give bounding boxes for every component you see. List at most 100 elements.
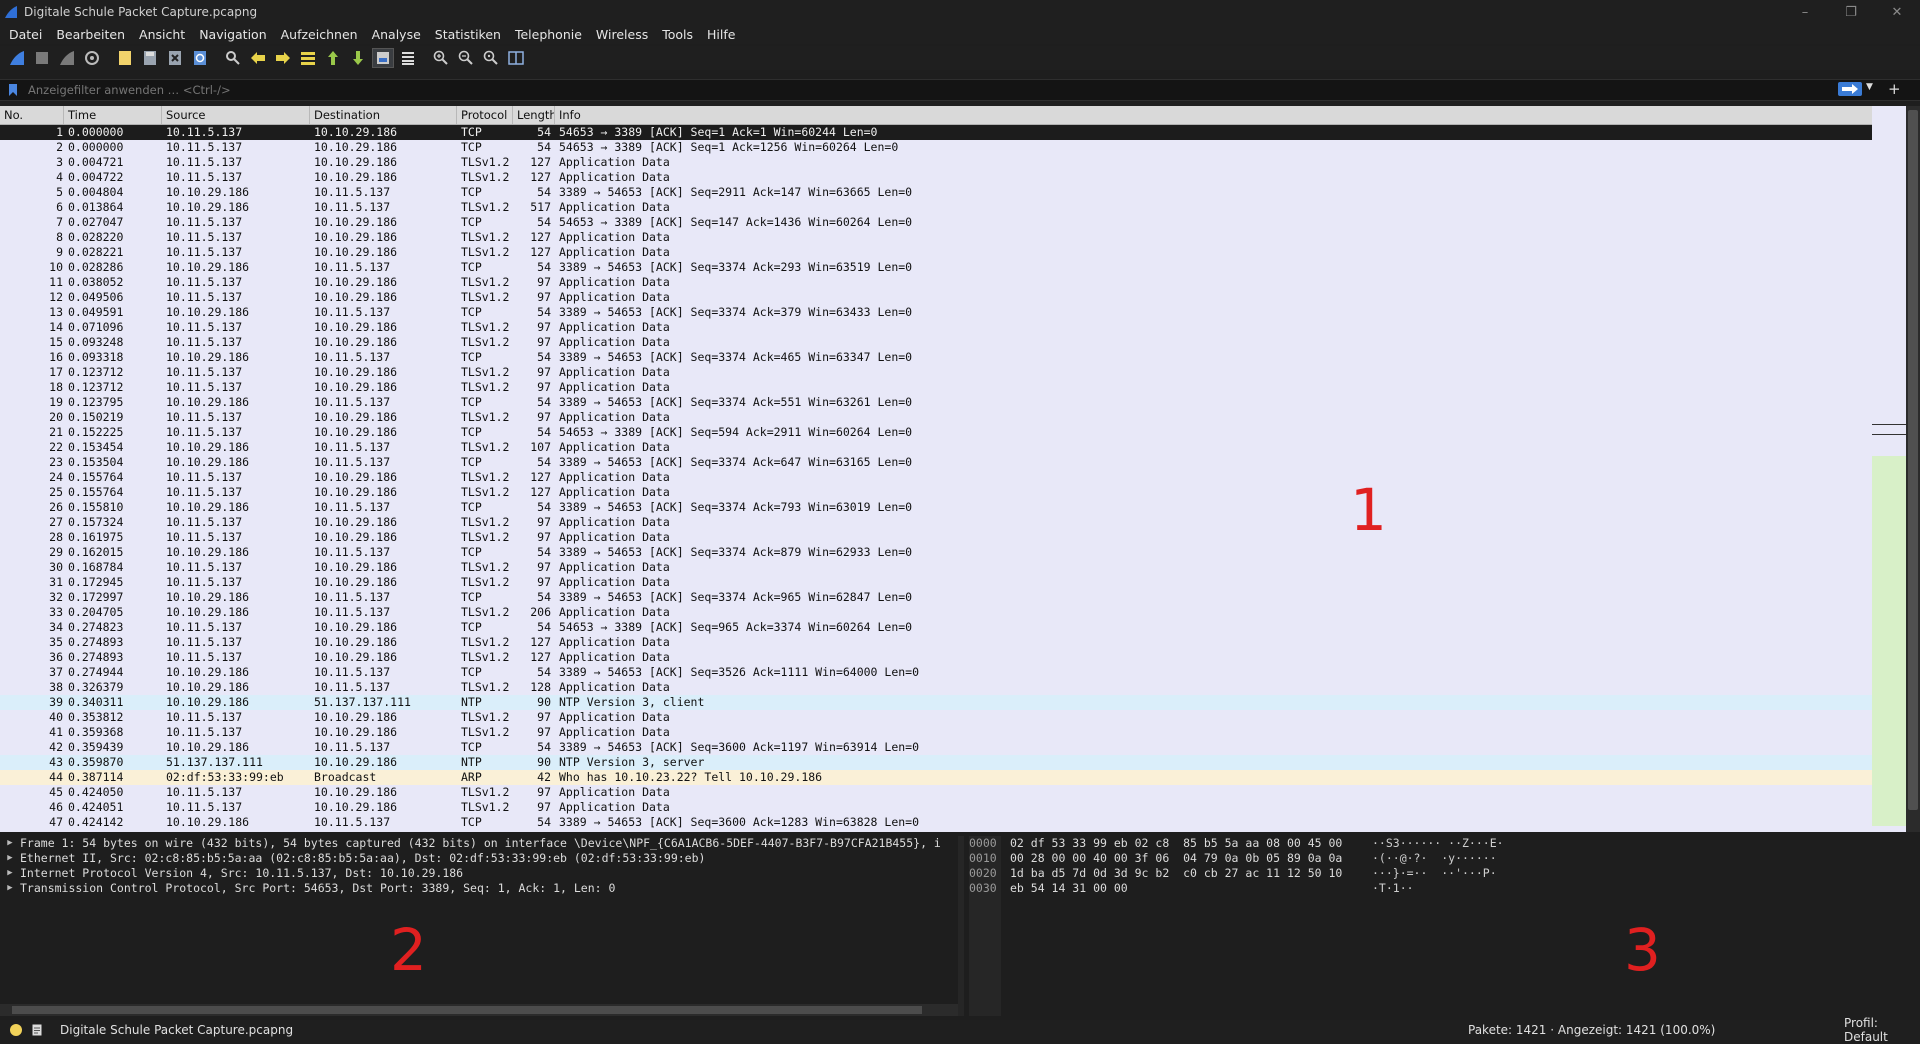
go-back-icon[interactable] [247, 48, 269, 68]
colorize-icon[interactable] [397, 48, 419, 68]
ascii-row[interactable]: ·T·1·· [1372, 881, 1504, 896]
save-file-icon[interactable] [139, 48, 161, 68]
maximize-button[interactable]: ❐ [1828, 0, 1874, 24]
packet-row[interactable]: 27 0.157324 10.11.5.137 10.10.29.186 TLSv1.2… [0, 515, 1872, 530]
find-packet-icon[interactable] [222, 48, 244, 68]
packet-row[interactable]: 34 0.274823 10.11.5.137 10.10.29.186 TCP 54 54… [0, 620, 1872, 635]
packet-row[interactable]: 15 0.093248 10.11.5.137 10.10.29.186 TLSv1.2… [0, 335, 1872, 350]
packet-row[interactable]: 7 0.027047 10.11.5.137 10.10.29.186 TCP 54 546… [0, 215, 1872, 230]
minimize-button[interactable]: – [1782, 0, 1828, 24]
menu-datei[interactable]: Datei [0, 27, 49, 42]
bytes-ascii-column[interactable]: ··S3······ ··Z···E· ·(··@·?· ·y······ ··… [1372, 836, 1504, 896]
packet-row[interactable]: 32 0.172997 10.10.29.186 10.11.5.137 TCP 54 33… [0, 590, 1872, 605]
packet-row[interactable]: 20 0.150219 10.11.5.137 10.10.29.186 TLSv1.2… [0, 410, 1872, 425]
bookmark-icon[interactable] [8, 83, 18, 97]
packet-row[interactable]: 16 0.093318 10.10.29.186 10.11.5.137 TCP 54 33… [0, 350, 1872, 365]
menu-analyse[interactable]: Analyse [365, 27, 428, 42]
detail-row-tcp[interactable]: ▶ Transmission Control Protocol, Src Port… [0, 881, 958, 896]
packet-row[interactable]: 33 0.204705 10.10.29.186 10.11.5.137 TLSv1.2… [0, 605, 1872, 620]
packet-row[interactable]: 22 0.153454 10.10.29.186 10.11.5.137 TLSv1.2… [0, 440, 1872, 455]
packet-row[interactable]: 31 0.172945 10.11.5.137 10.10.29.186 TLSv1.2… [0, 575, 1872, 590]
add-filter-button[interactable]: + [1888, 80, 1901, 98]
ascii-row[interactable]: ··S3······ ··Z···E· [1372, 836, 1504, 851]
packet-row[interactable]: 17 0.123712 10.11.5.137 10.10.29.186 TLSv1.2… [0, 365, 1872, 380]
packet-row[interactable]: 46 0.424051 10.11.5.137 10.10.29.186 TLSv1.2… [0, 800, 1872, 815]
capture-comment-icon[interactable] [32, 1024, 42, 1036]
packet-row[interactable]: 12 0.049506 10.11.5.137 10.10.29.186 TLSv1.2… [0, 290, 1872, 305]
packet-list[interactable]: No. Time Source Destination Protocol Len… [0, 106, 1872, 832]
column-header-time[interactable]: Time [64, 106, 162, 124]
ascii-row[interactable]: ···}·=·· ··'···P· [1372, 866, 1504, 881]
close-button[interactable]: ✕ [1874, 0, 1920, 24]
expert-info-icon[interactable] [10, 1024, 22, 1036]
menu-aufzeichnen[interactable]: Aufzeichnen [274, 27, 365, 42]
zoom-normal-icon[interactable] [480, 48, 502, 68]
packet-row[interactable]: 29 0.162015 10.10.29.186 10.11.5.137 TCP 54 33… [0, 545, 1872, 560]
packet-list-scrollbar[interactable] [1906, 106, 1920, 832]
column-header-source[interactable]: Source [162, 106, 310, 124]
details-horizontal-scrollbar[interactable] [0, 1004, 958, 1016]
packet-row[interactable]: 21 0.152225 10.11.5.137 10.10.29.186 TCP 54 54… [0, 425, 1872, 440]
column-header-length[interactable]: Length [513, 106, 555, 124]
bytes-hex-column[interactable]: 02 df 53 33 99 eb 02 c8 85 b5 5a aa 08 0… [1010, 836, 1342, 896]
packet-row[interactable]: 38 0.326379 10.10.29.186 10.11.5.137 TLSv1.2… [0, 680, 1872, 695]
close-file-icon[interactable] [164, 48, 186, 68]
expand-arrow-icon[interactable]: ▶ [0, 881, 20, 896]
menu-hilfe[interactable]: Hilfe [700, 27, 742, 42]
packet-row[interactable]: 4 0.004722 10.11.5.137 10.10.29.186 TLSv1.2 1… [0, 170, 1872, 185]
autoscroll-icon[interactable] [372, 48, 394, 68]
column-header-protocol[interactable]: Protocol [457, 106, 513, 124]
ascii-row[interactable]: ·(··@·?· ·y······ [1372, 851, 1504, 866]
hex-row[interactable]: eb 54 14 31 00 00 [1010, 881, 1342, 896]
zoom-in-icon[interactable] [430, 48, 452, 68]
packet-row[interactable]: 45 0.424050 10.11.5.137 10.10.29.186 TLSv1.2… [0, 785, 1872, 800]
packet-row[interactable]: 11 0.038052 10.11.5.137 10.10.29.186 TLSv1.2… [0, 275, 1872, 290]
packet-row[interactable]: 10 0.028286 10.10.29.186 10.11.5.137 TCP 54 33… [0, 260, 1872, 275]
expand-arrow-icon[interactable]: ▶ [0, 866, 20, 881]
packet-row[interactable]: 43 0.359870 51.137.137.111 10.10.29.186 NTP 9… [0, 755, 1872, 770]
expand-arrow-icon[interactable]: ▶ [0, 836, 20, 851]
go-forward-icon[interactable] [272, 48, 294, 68]
chevron-down-icon[interactable]: ▼ [1866, 82, 1873, 92]
hex-row[interactable]: 02 df 53 33 99 eb 02 c8 85 b5 5a aa 08 0… [1010, 836, 1342, 851]
detail-row-ipv4[interactable]: ▶ Internet Protocol Version 4, Src: 10.11… [0, 866, 958, 881]
detail-row-frame[interactable]: ▶ Frame 1: 54 bytes on wire (432 bits), 5… [0, 836, 958, 851]
reload-icon[interactable] [189, 48, 211, 68]
packet-row[interactable]: 40 0.353812 10.11.5.137 10.10.29.186 TLSv1.2… [0, 710, 1872, 725]
detail-row-ethernet[interactable]: ▶ Ethernet II, Src: 02:c8:85:b5:5a:aa (02… [0, 851, 958, 866]
packet-row[interactable]: 44 0.387114 02:df:53:33:99:eb Broadcast ARP 4… [0, 770, 1872, 785]
menu-bearbeiten[interactable]: Bearbeiten [49, 27, 132, 42]
packet-row[interactable]: 13 0.049591 10.10.29.186 10.11.5.137 TCP 54 33… [0, 305, 1872, 320]
go-last-icon[interactable] [347, 48, 369, 68]
packet-row[interactable]: 18 0.123712 10.11.5.137 10.10.29.186 TLSv1.2… [0, 380, 1872, 395]
packet-row[interactable]: 41 0.359368 10.11.5.137 10.10.29.186 TLSv1.2… [0, 725, 1872, 740]
packet-row[interactable]: 2 0.000000 10.11.5.137 10.10.29.186 TCP 54 546… [0, 140, 1872, 155]
menu-ansicht[interactable]: Ansicht [132, 27, 192, 42]
hex-row[interactable]: 00 28 00 00 40 00 3f 06 04 79 0a 0b 05 8… [1010, 851, 1342, 866]
packet-row[interactable]: 14 0.071096 10.11.5.137 10.10.29.186 TLSv1.2… [0, 320, 1872, 335]
packet-row[interactable]: 6 0.013864 10.10.29.186 10.11.5.137 TLSv1.2 5… [0, 200, 1872, 215]
column-header-destination[interactable]: Destination [310, 106, 457, 124]
shark-fin-start-icon[interactable] [6, 48, 28, 68]
packet-row[interactable]: 23 0.153504 10.10.29.186 10.11.5.137 TCP 54 33… [0, 455, 1872, 470]
go-to-packet-icon[interactable] [297, 48, 319, 68]
packet-row[interactable]: 30 0.168784 10.11.5.137 10.10.29.186 TLSv1.2… [0, 560, 1872, 575]
display-filter-input[interactable] [26, 80, 1840, 100]
column-header-no[interactable]: No. [0, 106, 64, 124]
options-gear-icon[interactable] [81, 48, 103, 68]
packet-bytes-pane[interactable]: 0000 0010 0020 0030 02 df 53 33 99 eb 02… [964, 836, 1920, 1016]
packet-row[interactable]: 24 0.155764 10.11.5.137 10.10.29.186 TLSv1.2… [0, 470, 1872, 485]
scrollbar-thumb[interactable] [1908, 110, 1918, 810]
packet-row[interactable]: 26 0.155810 10.10.29.186 10.11.5.137 TCP 54 33… [0, 500, 1872, 515]
menu-statistiken[interactable]: Statistiken [428, 27, 508, 42]
packet-row[interactable]: 37 0.274944 10.10.29.186 10.11.5.137 TCP 54 33… [0, 665, 1872, 680]
packet-row[interactable]: 35 0.274893 10.11.5.137 10.10.29.186 TLSv1.2… [0, 635, 1872, 650]
packet-row[interactable]: 28 0.161975 10.11.5.137 10.10.29.186 TLSv1.2… [0, 530, 1872, 545]
packet-details-pane[interactable]: ▶ Frame 1: 54 bytes on wire (432 bits), 5… [0, 836, 958, 1014]
restart-icon[interactable] [56, 48, 78, 68]
expand-arrow-icon[interactable]: ▶ [0, 851, 20, 866]
zoom-out-icon[interactable] [455, 48, 477, 68]
column-header-info[interactable]: Info [555, 106, 1872, 124]
packet-row[interactable]: 1 0.000000 10.11.5.137 10.10.29.186 TCP 54 546… [0, 125, 1872, 140]
packet-row[interactable]: 8 0.028220 10.11.5.137 10.10.29.186 TLSv1.2 1… [0, 230, 1872, 245]
